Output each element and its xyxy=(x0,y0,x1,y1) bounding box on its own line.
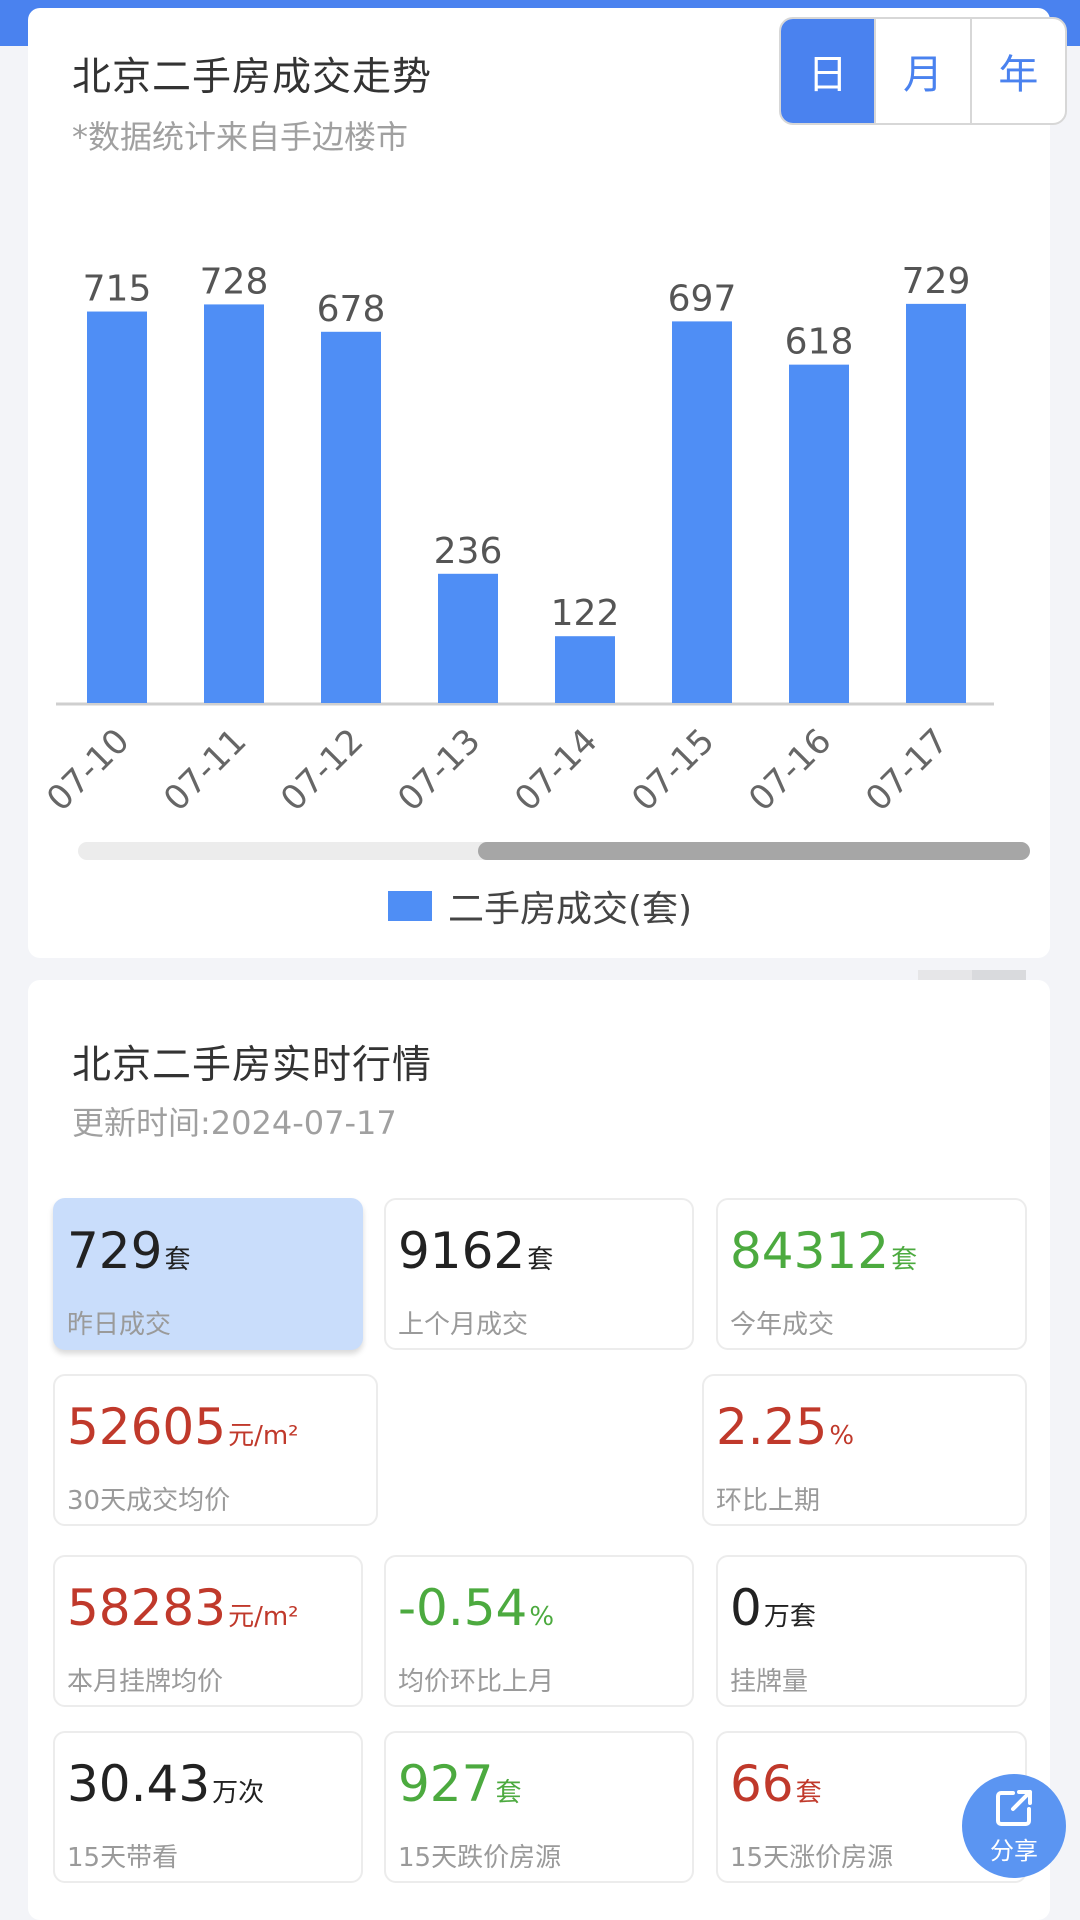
chart-legend: 二手房成交(套) xyxy=(0,880,1080,932)
stat-value: 729套 xyxy=(67,1222,190,1280)
x-tick-label: 07-15 xyxy=(624,721,722,819)
stat-unit: 套 xyxy=(495,1778,522,1808)
stat-label: 30天成交均价 xyxy=(67,1486,231,1516)
stat-number: -0.54 xyxy=(398,1579,528,1637)
share-label: 分享 xyxy=(990,1836,1038,1865)
bar-value-label: 729 xyxy=(902,261,971,302)
legend-swatch xyxy=(387,891,432,921)
stat-unit: % xyxy=(829,1421,855,1451)
market-updated-time: 更新时间:2024-07-17 xyxy=(72,1104,397,1142)
legend-label: 二手房成交(套) xyxy=(447,889,693,930)
stat-unit: % xyxy=(529,1602,555,1632)
stat-unit: 万次 xyxy=(212,1778,265,1808)
stat-card[interactable]: 58283元/m² 本月挂牌均价 xyxy=(53,1555,363,1707)
stat-label: 今年成交 xyxy=(730,1310,835,1340)
stat-number: 9162 xyxy=(398,1222,526,1280)
bar-value-label: 728 xyxy=(200,261,269,302)
stat-value: 52605元/m² xyxy=(67,1398,299,1456)
bar-value-label: 678 xyxy=(317,289,386,330)
x-tick-label: 07-12 xyxy=(273,721,371,819)
bar-value-label: 715 xyxy=(83,269,152,310)
bar-value-label: 122 xyxy=(551,593,620,634)
share-icon xyxy=(996,1789,1032,1826)
stat-number: 52605 xyxy=(67,1398,227,1456)
bar[interactable] xyxy=(321,331,381,703)
stat-value: 0万套 xyxy=(730,1579,816,1637)
bar[interactable] xyxy=(87,311,147,703)
stat-label: 本月挂牌均价 xyxy=(67,1667,224,1697)
x-tick-label: 07-16 xyxy=(741,721,839,819)
bar[interactable] xyxy=(438,573,498,703)
x-tick-label: 07-14 xyxy=(507,721,605,819)
stat-value: 84312套 xyxy=(730,1222,917,1280)
stat-unit: 套 xyxy=(164,1245,191,1275)
trend-title: 北京二手房成交走势 xyxy=(72,55,433,100)
bar[interactable] xyxy=(555,636,615,703)
period-year-button[interactable]: 年 xyxy=(972,19,1065,123)
bar[interactable] xyxy=(789,364,849,703)
bar-value-label: 697 xyxy=(668,278,737,319)
stat-number: 2.25 xyxy=(716,1398,828,1456)
market-title: 北京二手房实时行情 xyxy=(72,1043,433,1088)
stat-card[interactable]: -0.54% 均价环比上月 xyxy=(384,1555,694,1707)
stat-label: 昨日成交 xyxy=(67,1310,172,1340)
chart-scroll-thumb[interactable] xyxy=(478,842,1030,860)
stat-card[interactable]: 729套昨日成交 xyxy=(53,1198,363,1350)
stat-label: 15天跌价房源 xyxy=(398,1843,562,1873)
stat-label: 上个月成交 xyxy=(398,1310,529,1340)
x-tick-label: 07-11 xyxy=(156,721,254,819)
x-tick-label: 07-10 xyxy=(39,721,137,819)
stat-card[interactable]: 9162套上个月成交 xyxy=(384,1198,694,1350)
stat-value: 58283元/m² xyxy=(67,1579,299,1637)
stat-value: 30.43万次 xyxy=(67,1755,264,1813)
stat-card[interactable]: 52605元/m² 30天成交均价 xyxy=(53,1374,378,1526)
stat-number: 66 xyxy=(730,1755,794,1813)
stat-number: 0 xyxy=(730,1579,762,1637)
stat-unit: 万套 xyxy=(763,1602,816,1632)
stat-label: 15天带看 xyxy=(67,1843,179,1873)
trend-card: 北京二手房成交走势 *数据统计来自手边楼市 日 月 年 715 07-10 728 0… xyxy=(28,8,1067,958)
stat-value: -0.54% xyxy=(398,1579,554,1637)
stat-card[interactable]: 927套 15天跌价房源 xyxy=(384,1731,694,1883)
bar-value-label: 618 xyxy=(785,322,854,363)
stat-card[interactable]: 0万套挂牌量 xyxy=(716,1555,1027,1707)
stat-unit: 套 xyxy=(795,1778,822,1808)
stat-unit: 元/m² xyxy=(228,1421,299,1451)
period-day-button[interactable]: 日 xyxy=(781,19,877,123)
stat-value: 2.25% xyxy=(716,1398,854,1456)
stat-unit: 套 xyxy=(891,1245,918,1275)
period-month-button[interactable]: 月 xyxy=(876,19,972,123)
stat-number: 58283 xyxy=(67,1579,227,1637)
stat-value: 927套 xyxy=(398,1755,521,1813)
period-selector: 日 月 年 xyxy=(779,17,1067,125)
bar[interactable] xyxy=(204,304,264,703)
bar-value-label: 236 xyxy=(434,531,503,572)
stat-value: 66套 xyxy=(730,1755,822,1813)
stat-number: 927 xyxy=(398,1755,494,1813)
stat-unit: 套 xyxy=(527,1245,554,1275)
stat-number: 729 xyxy=(67,1222,163,1280)
stat-number: 84312 xyxy=(730,1222,890,1280)
x-tick-label: 07-17 xyxy=(858,721,956,819)
bar[interactable] xyxy=(672,321,732,703)
stat-card[interactable]: 2.25% 环比上期 xyxy=(702,1374,1027,1526)
trend-subtitle: *数据统计来自手边楼市 xyxy=(72,118,409,156)
stat-card[interactable]: 84312套今年成交 xyxy=(716,1198,1027,1350)
bar-chart: 715 07-10 728 07-11 678 07-12 236 07-13 122 07-14… xyxy=(39,261,994,819)
stat-label: 环比上期 xyxy=(716,1486,821,1516)
stat-card[interactable]: 30.43万次 15天带看 xyxy=(53,1731,363,1883)
bar[interactable] xyxy=(906,303,966,703)
stat-unit: 元/m² xyxy=(228,1602,299,1632)
stat-label: 挂牌量 xyxy=(730,1667,809,1697)
share-button[interactable]: 分享 xyxy=(962,1774,1066,1878)
stat-label: 15天涨价房源 xyxy=(730,1843,894,1873)
stat-number: 30.43 xyxy=(67,1755,211,1813)
x-tick-label: 07-13 xyxy=(390,721,488,819)
stat-label: 均价环比上月 xyxy=(398,1667,555,1697)
stat-value: 9162套 xyxy=(398,1222,553,1280)
